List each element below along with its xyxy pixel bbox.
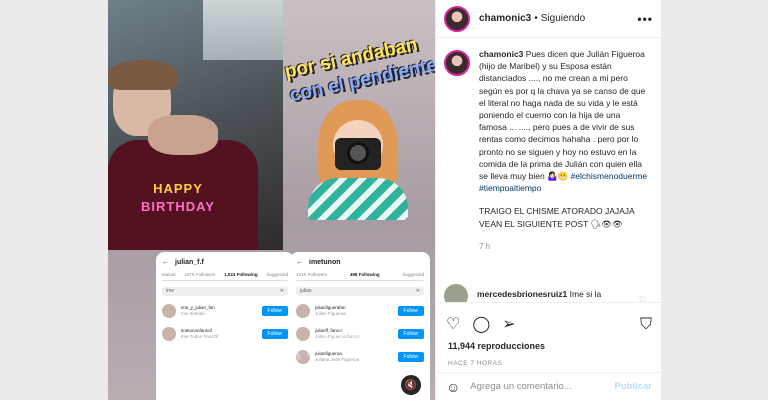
caption-body: chamonic3 Pues dicen que Julián Figueroa…: [479, 48, 649, 253]
phone-tab: 121K Followers: [296, 272, 328, 277]
phone-header: ← imetunon: [296, 256, 424, 268]
avatar: [162, 304, 176, 318]
phone-header: ← julian_f.f: [162, 256, 288, 268]
caption-timestamp: 7 h: [479, 241, 491, 251]
comment-item: mercedesbrionesruiz1 Ime si la: [444, 284, 637, 302]
person-hair: [108, 60, 178, 90]
separator-dot: •: [534, 13, 538, 24]
save-bookmark-icon[interactable]: ⛉: [640, 317, 652, 333]
comment-body: mercedesbrionesruiz1 Ime si la: [477, 289, 637, 299]
sticker-striped-shirt: [308, 178, 408, 220]
phone-search-text: ime: [166, 288, 175, 294]
author-avatar[interactable]: [444, 5, 470, 32]
action-icons: ♡ ◯ ➢ ⛉: [436, 303, 662, 339]
clear-icon: ✕: [415, 288, 420, 294]
phone-tabs: 121K Followers 488 Following Suggested: [296, 272, 424, 281]
phone-tab: Mutual: [162, 272, 176, 277]
right-gutter: [661, 0, 768, 400]
share-paper-plane-icon[interactable]: ➢: [502, 317, 515, 333]
phone-tabs: Mutual 247K Followers 1,024 Following Su…: [162, 272, 288, 281]
person-hand: [148, 115, 218, 155]
phone-username: imetunon: [309, 258, 341, 266]
camera-lens: [347, 142, 369, 164]
list-item-names: imetunonfansof Ime Tuñon FansOf: [181, 328, 257, 340]
clear-icon: ✕: [279, 288, 284, 294]
add-comment-bar: ☺ Agrega un comentario... Publicar: [436, 372, 662, 400]
phone-tab: 247K Followers: [184, 272, 216, 277]
post-side-panel: chamonic3 • Siguiendo ••• chamonic3 Pues…: [435, 0, 662, 400]
phone-search-field: julian ✕: [296, 287, 424, 296]
video-frame: HAPPY BIRTHDAY: [108, 0, 283, 250]
list-item-fullname: Ime Iturbide: [181, 311, 205, 316]
follow-button: Follow: [397, 352, 424, 362]
back-arrow-icon: ←: [162, 258, 169, 266]
post-header: chamonic3 • Siguiendo •••: [436, 0, 661, 38]
caption-second-paragraph: TRAIGO EL CHISME ATORADO JAJAJA VEAN EL …: [479, 206, 635, 229]
emoji-icon[interactable]: ☺: [446, 379, 460, 395]
phone-username: julian_f.f: [175, 258, 204, 266]
shirt-line-1: HAPPY: [153, 181, 203, 196]
left-gutter: [0, 0, 108, 400]
caption-avatar[interactable]: [444, 50, 470, 76]
back-arrow-icon: ←: [296, 258, 303, 266]
mute-icon[interactable]: 🔇: [401, 375, 421, 395]
phone-search-field: ime ✕: [162, 287, 288, 296]
post-media-video[interactable]: HAPPY BIRTHDAY por si andaban con el pen…: [108, 0, 435, 400]
comments-section[interactable]: chamonic3 Pues dicen que Julián Figueroa…: [436, 48, 662, 302]
caption-text: Pues dicen que Julián Figueroa (hijo de …: [479, 49, 646, 182]
author-username[interactable]: chamonic3: [479, 13, 531, 24]
comment-bubble-icon[interactable]: ◯: [472, 317, 490, 333]
commenter-avatar[interactable]: [444, 284, 468, 302]
caption-username[interactable]: chamonic3: [479, 49, 523, 59]
phone-list-item: ime_y_julian_fan Ime Iturbide Follow: [162, 303, 288, 319]
post-comment-button[interactable]: Publicar: [615, 381, 653, 392]
avatar: [296, 304, 310, 318]
follow-button: Follow: [397, 306, 424, 316]
views-count[interactable]: 11,944 reproducciones: [436, 339, 662, 353]
list-item-fullname: Ime Tuñon FansOf: [181, 334, 219, 339]
following-button[interactable]: Siguiendo: [541, 13, 585, 24]
avatar: [162, 327, 176, 341]
window: [203, 0, 283, 60]
like-heart-icon[interactable]: ♡: [446, 317, 460, 333]
comment-text: Ime si la: [569, 289, 602, 299]
phone-tab: Suggested: [266, 272, 288, 277]
caption: chamonic3 Pues dicen que Julián Figueroa…: [444, 48, 654, 253]
phone-tab-active: 1,024 Following: [224, 272, 258, 277]
phone-tab: Suggested: [402, 272, 424, 277]
list-item-names: ime_y_julian_fan Ime Iturbide: [181, 305, 257, 317]
posted-time: HACE 7 HORAS: [448, 360, 503, 367]
phone-search-text: julian: [300, 288, 312, 294]
shirt-print: HAPPY BIRTHDAY: [133, 180, 223, 216]
shirt-line-2: BIRTHDAY: [141, 199, 215, 214]
photographer-girl-sticker: [303, 100, 418, 220]
caption-paragraph: chamonic3 Pues dicen que Julián Figueroa…: [479, 48, 649, 194]
follow-button: Follow: [261, 306, 288, 316]
phone-tab-active: 488 Following: [349, 272, 380, 277]
commenter-username[interactable]: mercedesbrionesruiz1: [477, 289, 567, 299]
more-options-icon[interactable]: •••: [637, 12, 653, 26]
comment-input[interactable]: Agrega un comentario...: [470, 381, 604, 392]
